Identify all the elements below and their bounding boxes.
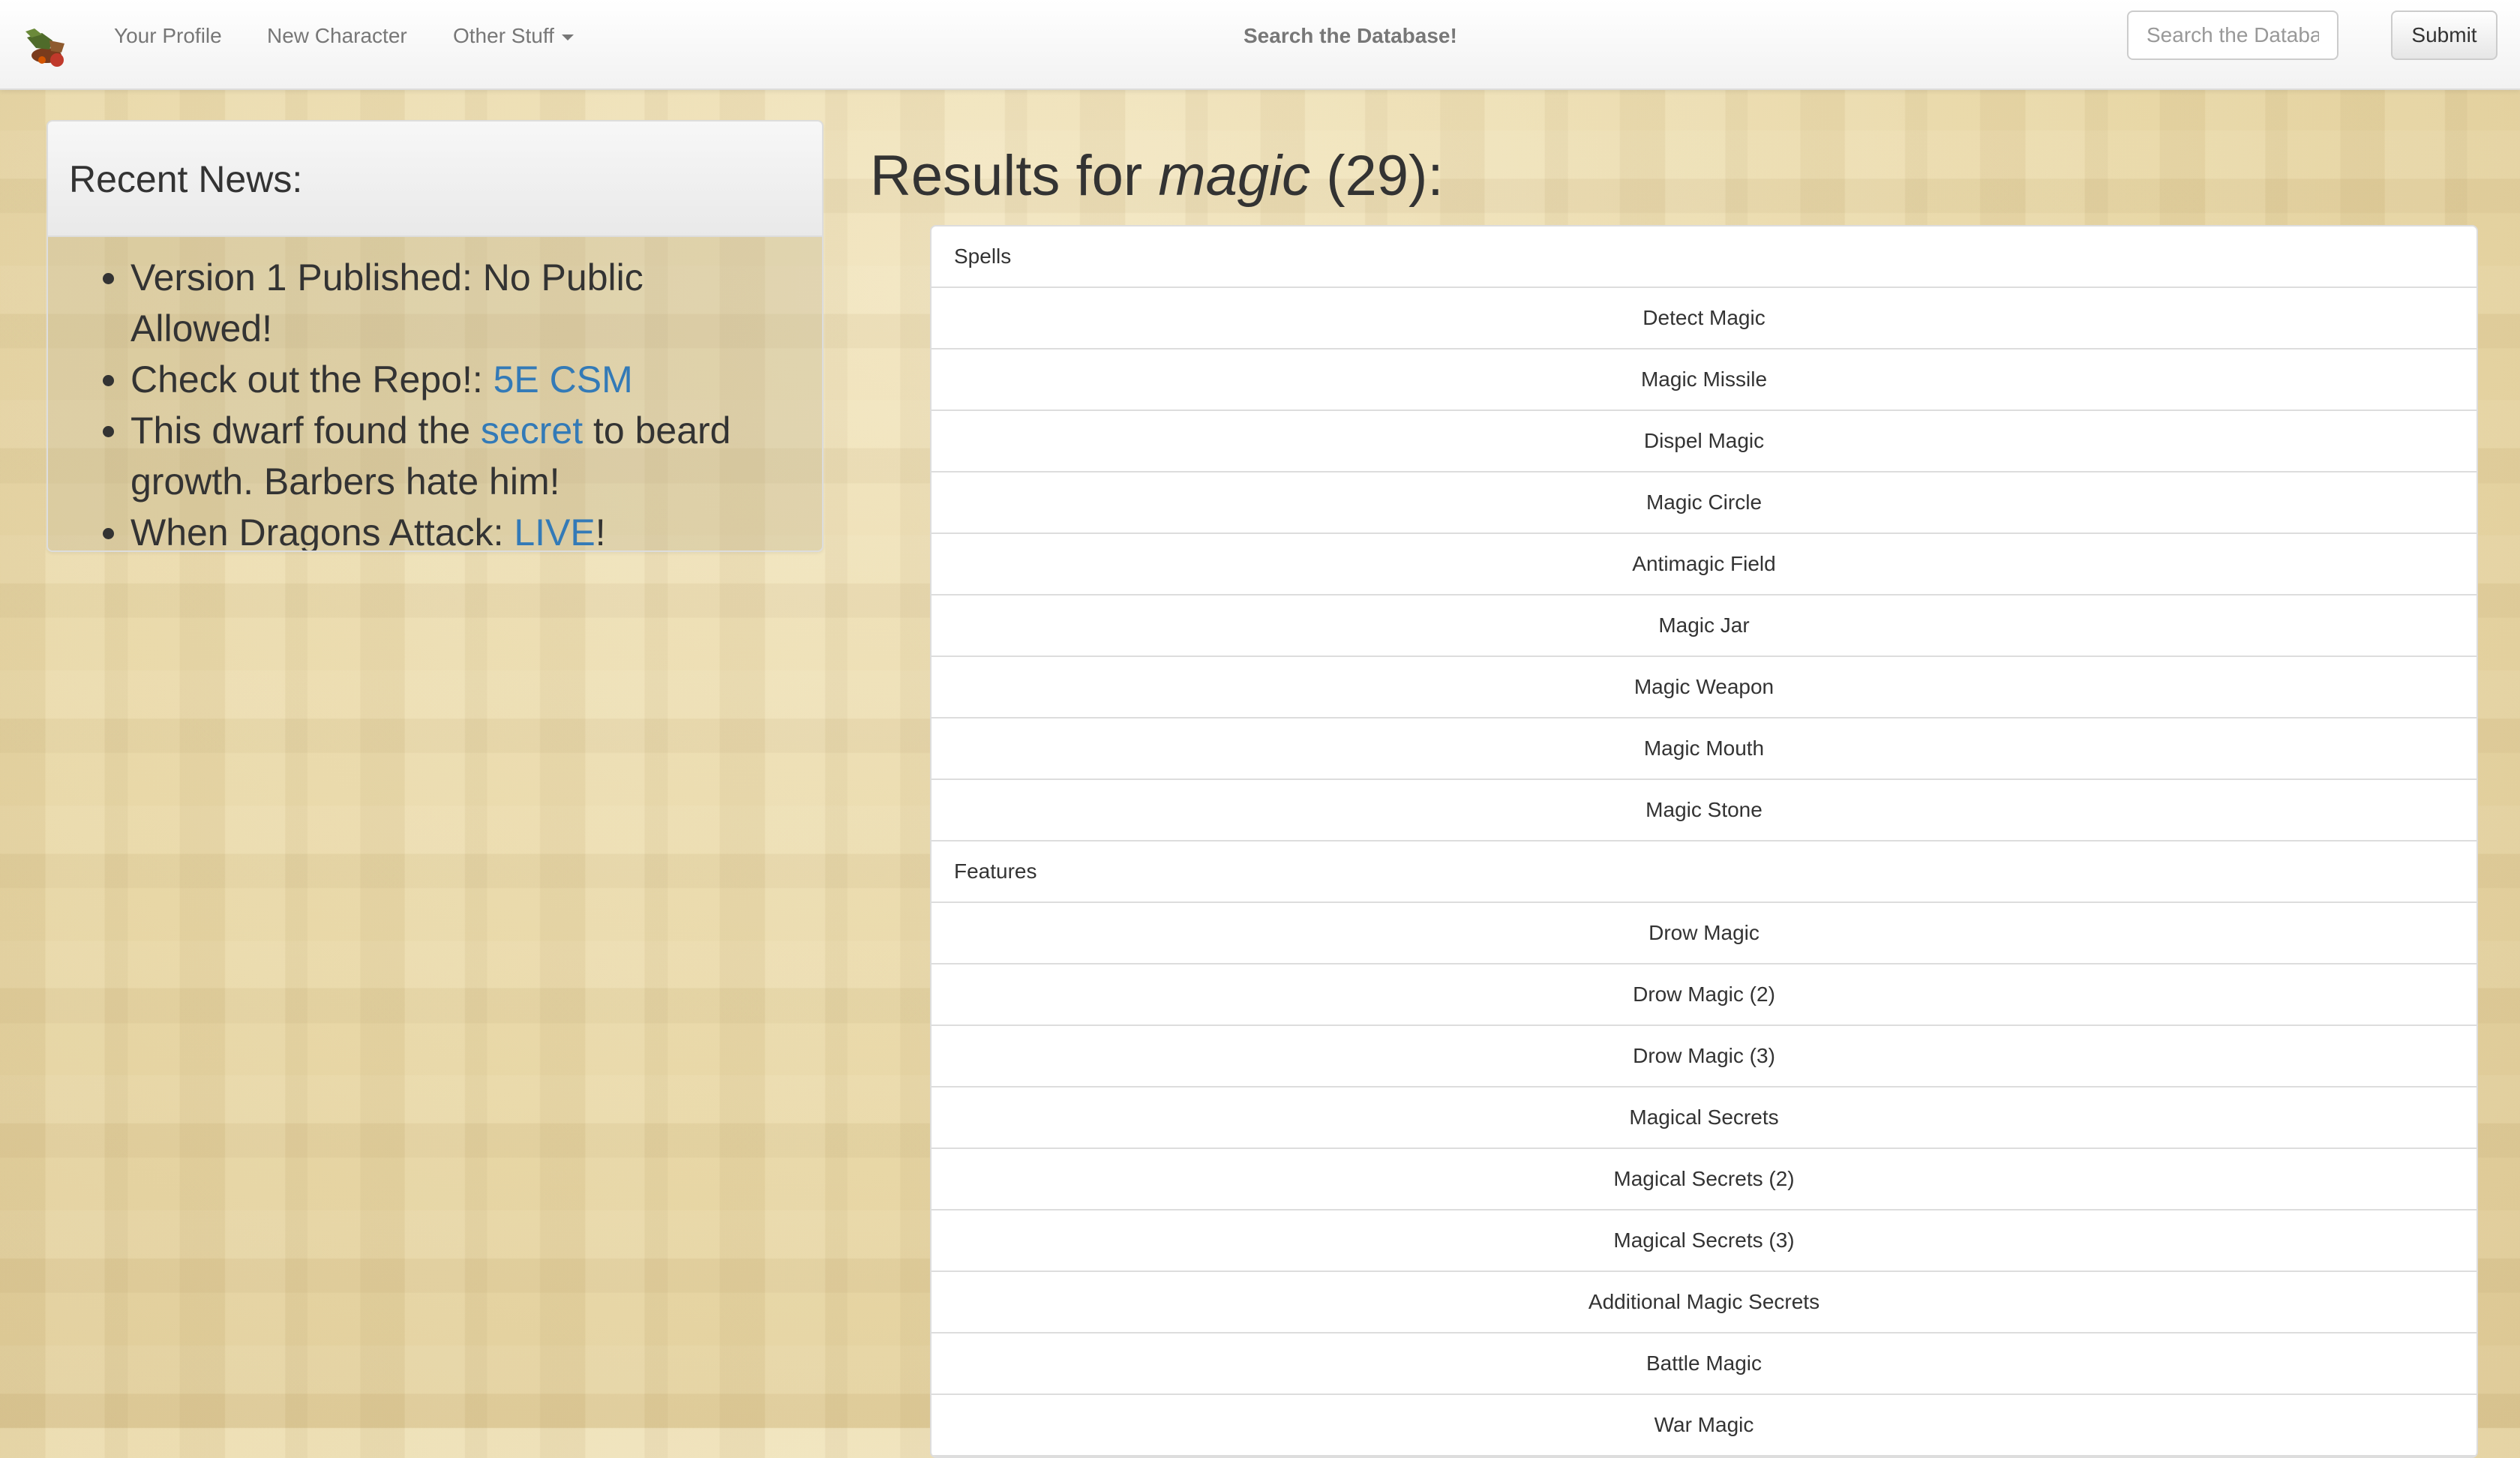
recent-news-heading: Recent News: <box>48 122 822 237</box>
result-item[interactable]: Magical Secrets (3) <box>932 1210 2476 1272</box>
recent-news-panel: Recent News: Version 1 Published: No Pub… <box>46 120 824 552</box>
secret-link[interactable]: secret <box>481 410 583 452</box>
news-item: Version 1 Published: No Public Allowed! <box>130 252 792 354</box>
search-input[interactable] <box>2127 10 2338 60</box>
live-link[interactable]: LIVE <box>514 512 595 550</box>
result-item[interactable]: Magic Missile <box>932 350 2476 411</box>
result-item[interactable]: Magic Weapon <box>932 657 2476 718</box>
news-list: Version 1 Published: No Public Allowed! … <box>70 252 792 550</box>
result-item[interactable]: Magic Stone <box>932 780 2476 842</box>
submit-button[interactable]: Submit <box>2391 10 2498 60</box>
news-item: When Dragons Attack: LIVE! <box>130 507 792 550</box>
news-item: Check out the Repo!: 5E CSM <box>130 354 792 405</box>
result-item[interactable]: Magical Secrets (2) <box>932 1149 2476 1210</box>
result-item[interactable]: Magic Jar <box>932 596 2476 657</box>
results-list: Spells Detect Magic Magic Missile Dispel Ma… <box>930 225 2478 1458</box>
result-item[interactable]: Antimagic Field <box>932 534 2476 596</box>
dragon-logo-icon[interactable] <box>20 18 74 72</box>
navbar-search-title: Search the Database! <box>1244 24 1457 47</box>
result-item[interactable]: Magical Secrets <box>932 1088 2476 1149</box>
results-query: magic <box>1158 144 1311 208</box>
result-item[interactable]: Magic Circle <box>932 472 2476 534</box>
result-item[interactable]: Detect Magic <box>932 288 2476 350</box>
recent-news-body: Version 1 Published: No Public Allowed! … <box>48 237 822 550</box>
results-title: Results for magic (29): <box>870 144 1444 208</box>
category-header: Spells <box>932 226 2476 288</box>
result-item[interactable]: Dispel Magic <box>932 411 2476 472</box>
result-item[interactable]: Additional Magic Secrets <box>932 1272 2476 1334</box>
result-item[interactable]: Drow Magic <box>932 903 2476 964</box>
result-item[interactable]: Magic Mouth <box>932 718 2476 780</box>
result-item[interactable]: Drow Magic (2) <box>932 964 2476 1026</box>
repo-link[interactable]: 5E CSM <box>494 358 633 400</box>
nav-your-profile[interactable]: Your Profile <box>114 22 222 50</box>
nav-other-stuff-dropdown[interactable]: Other Stuff <box>453 22 574 50</box>
nav-other-stuff-label: Other Stuff <box>453 24 554 47</box>
category-header: Features <box>932 842 2476 903</box>
news-item: This dwarf found the secret to beard gro… <box>130 405 792 507</box>
result-item[interactable]: Battle Magic <box>932 1334 2476 1395</box>
navbar: Your Profile New Character Other Stuff S… <box>0 0 2520 90</box>
result-item[interactable]: Drow Magic (3) <box>932 1026 2476 1088</box>
result-item[interactable]: War Magic <box>932 1395 2476 1456</box>
nav-new-character[interactable]: New Character <box>267 22 407 50</box>
caret-down-icon <box>561 34 574 40</box>
